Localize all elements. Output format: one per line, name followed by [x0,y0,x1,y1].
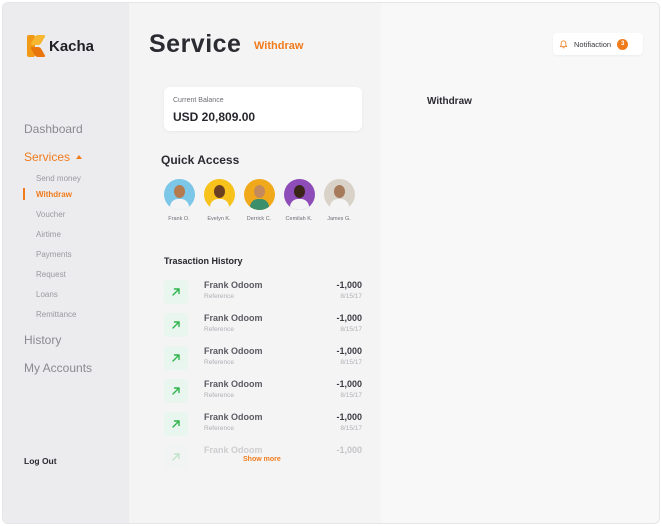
transaction-name: Frank Odoom [204,313,263,323]
transaction-name: Frank Odoom [204,412,263,422]
nav-remittance[interactable]: Remittance [36,310,76,319]
nav-services[interactable]: Services [24,150,83,164]
transaction-reference: Reference [204,392,234,399]
avatar [203,179,235,210]
transaction-reference: Reference [204,359,234,366]
transaction-amount: -1,000 [336,280,362,290]
transaction-history-title: Trasaction History [164,256,243,266]
kacha-logo-icon [27,35,46,57]
transaction-date: 8/15/17 [340,293,362,300]
balance-value: USD 20,809.00 [173,110,256,124]
arrow-up-right-icon [164,445,188,469]
notification-label: Notifiaction [574,39,612,49]
page-subtitle: Withdraw [254,40,304,52]
balance-card: Current Balance USD 20,809.00 [164,87,362,131]
notification-count-badge: 3 [617,38,629,50]
arrow-up-right-icon [164,280,188,304]
logo[interactable]: Kacha [27,35,94,57]
transaction-row[interactable]: Frank Odoom Reference -1,000 8/15/17 [164,313,362,339]
transaction-date: 8/15/17 [340,392,362,399]
show-more-link[interactable]: Show more [243,456,281,463]
nav-airtime[interactable]: Airtime [36,230,61,239]
avatar [323,179,355,210]
caret-up-icon [76,155,83,159]
transaction-amount: -1,000 [336,412,362,422]
transaction-name: Frank Odoom [204,445,263,455]
balance-label: Current Balance [173,97,224,104]
transaction-reference: Reference [204,425,234,432]
transaction-amount: -1,000 [336,313,362,323]
nav-send-money[interactable]: Send money [36,174,81,183]
withdraw-panel-title: Withdraw [427,96,472,107]
contact-name: Frank O. [168,216,190,222]
transaction-date: 8/15/17 [340,425,362,432]
logout-button[interactable]: Log Out [24,456,57,466]
contact-name: Derrick C. [246,216,272,222]
transaction-amount: -1,000 [336,445,362,455]
transaction-name: Frank Odoom [204,346,263,356]
quick-access-contact[interactable]: Evelyn K. [203,179,235,222]
sidebar: Kacha Dashboard Services Send money With… [3,3,129,523]
nav-services-label: Services [24,150,71,164]
contact-name: James G. [327,216,351,222]
transaction-row[interactable]: Frank Odoom Reference -1,000 8/15/17 [164,346,362,372]
transaction-row[interactable]: Frank Odoom Reference -1,000 8/15/17 [164,280,362,306]
withdraw-panel [381,3,659,523]
transaction-amount: -1,000 [336,346,362,356]
contact-name: Evelyn K. [207,216,231,222]
contact-name: Cemilah K. [285,216,313,222]
arrow-up-right-icon [164,412,188,436]
page-title: Service [149,30,242,58]
nav-dashboard[interactable]: Dashboard [24,122,83,136]
active-indicator [23,188,25,200]
bell-icon [559,39,568,48]
transaction-reference: Reference [204,293,234,300]
transaction-amount: -1,000 [336,379,362,389]
nav-request[interactable]: Request [36,270,66,279]
transaction-date: 8/15/17 [340,359,362,366]
quick-access-contact[interactable]: James G. [323,179,355,222]
nav-history[interactable]: History [24,333,61,347]
quick-access-title: Quick Access [161,153,240,167]
nav-my-accounts[interactable]: My Accounts [24,361,92,375]
notification-button[interactable]: Notifiaction 3 [553,33,643,55]
quick-access-contacts: Frank O. Evelyn K. Derrick C. Cemilah K. Jam… [163,179,355,222]
avatar [243,179,275,210]
app-name: Kacha [49,37,95,55]
nav-payments[interactable]: Payments [36,250,72,259]
nav-loans[interactable]: Loans [36,290,58,299]
arrow-up-right-icon [164,379,188,403]
transaction-name: Frank Odoom [204,379,263,389]
nav-voucher[interactable]: Voucher [36,210,65,219]
transaction-name: Frank Odoom [204,280,263,290]
avatar [283,179,315,210]
app-window: Kacha Dashboard Services Send money With… [2,2,660,524]
quick-access-contact[interactable]: Frank O. [163,179,195,222]
transaction-date: 8/15/17 [340,326,362,333]
quick-access-contact[interactable]: Derrick C. [243,179,275,222]
transaction-reference: Reference [204,326,234,333]
transaction-row[interactable]: Frank Odoom Reference -1,000 8/15/17 [164,412,362,438]
transaction-row[interactable]: Frank Odoom Reference -1,000 8/15/17 [164,379,362,405]
nav-withdraw[interactable]: Withdraw [36,190,72,199]
arrow-up-right-icon [164,313,188,337]
arrow-up-right-icon [164,346,188,370]
avatar [163,179,195,210]
quick-access-contact[interactable]: Cemilah K. [283,179,315,222]
